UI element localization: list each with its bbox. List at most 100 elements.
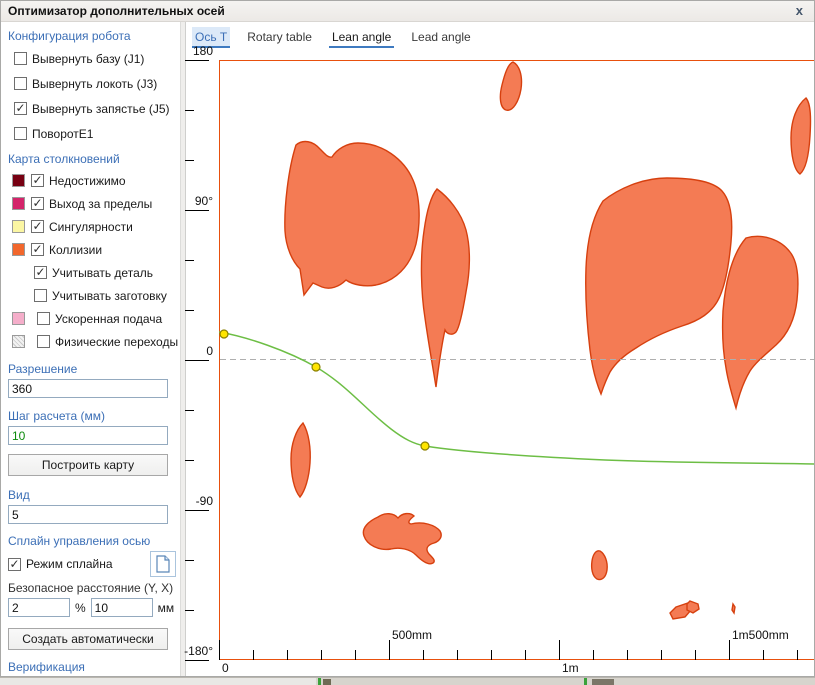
new-spline-button[interactable]: [150, 551, 176, 577]
legend-row-collisions[interactable]: ✓ Коллизии: [12, 238, 180, 261]
x-axis-tick: [287, 650, 288, 660]
x-axis-tick: [525, 650, 526, 660]
x-axis-tick: [355, 650, 356, 660]
checkbox[interactable]: ✓: [31, 243, 44, 256]
pattern-swatch: [12, 335, 25, 348]
checkbox-row-flip-elbow[interactable]: Вывернуть локоть (J3): [14, 71, 180, 96]
background-strip-mark: [592, 679, 614, 685]
y-axis-tick: [185, 210, 209, 211]
y-axis-tick: [185, 510, 209, 511]
legend-label: Учитывать заготовку: [52, 289, 167, 303]
legend-row-rapid-feed[interactable]: Ускоренная подача: [12, 307, 180, 330]
y-axis-tick: [185, 660, 209, 661]
x-axis-tick: [763, 650, 764, 660]
x-axis-tick: [423, 650, 424, 660]
dialog-title: Оптимизатор дополнительных осей: [8, 4, 792, 18]
background-strip-mark: [584, 678, 587, 685]
view-input[interactable]: [8, 505, 168, 524]
x-axis-label: 1m500mm: [732, 628, 789, 642]
y-axis-label: -180°: [183, 644, 213, 658]
spline-control-point[interactable]: [421, 442, 429, 450]
y-axis-label: -90: [183, 494, 213, 508]
checkbox-label: Вывернуть локоть (J3): [32, 77, 157, 91]
x-axis-tick: [593, 650, 594, 660]
background-strip-mark: [323, 679, 331, 685]
legend-row-physical-transitions[interactable]: Физические переходы: [12, 330, 180, 353]
y-axis-tick: [185, 460, 194, 461]
settings-sidebar: Конфигурация робота Вывернуть базу (J1) …: [0, 22, 180, 676]
y-axis-tick: [185, 310, 194, 311]
spline-control-point[interactable]: [220, 330, 228, 338]
checkbox[interactable]: [37, 335, 50, 348]
spline-control-point[interactable]: [312, 363, 320, 371]
axis-optimizer-dialog: Оптимизатор дополнительных осей x Конфиг…: [0, 0, 815, 685]
x-axis-tick: [219, 640, 220, 660]
checkbox[interactable]: [34, 289, 47, 302]
tab-rotary-table[interactable]: Rotary table: [244, 27, 315, 48]
checkbox-row-flip-wrist[interactable]: ✓ Вывернуть запястье (J5): [14, 96, 180, 121]
x-axis-tick: [559, 640, 560, 660]
checkbox-label: Вывернуть базу (J1): [32, 52, 144, 66]
legend-row-singularities[interactable]: ✓ Сингулярности: [12, 215, 180, 238]
collision-region-2: [285, 142, 419, 295]
dialog-title-bar: Оптимизатор дополнительных осей x: [0, 0, 815, 22]
create-auto-button[interactable]: Создать автоматически: [8, 628, 168, 650]
legend-label: Физические переходы: [55, 335, 178, 349]
section-header-spline: Сплайн управления осью: [8, 534, 180, 548]
label-view: Вид: [8, 488, 180, 502]
color-swatch: [12, 197, 25, 210]
step-input[interactable]: [8, 426, 168, 445]
y-axis-tick: [185, 410, 194, 411]
section-header-collision-map: Карта столкновений: [8, 152, 180, 166]
checkbox-row-spline-mode[interactable]: ✓ Режим сплайна: [8, 552, 113, 577]
color-swatch: [12, 220, 25, 233]
x-axis-tick: [457, 650, 458, 660]
y-axis-tick: [185, 560, 194, 561]
resolution-input[interactable]: [8, 379, 168, 398]
x-axis-label: 500mm: [392, 628, 432, 642]
checkbox[interactable]: ✓: [31, 174, 44, 187]
tab-lead-angle[interactable]: Lead angle: [408, 27, 473, 48]
x-axis-tick: [389, 640, 390, 660]
legend-row-consider-workpiece[interactable]: Учитывать заготовку: [34, 284, 180, 307]
chart-tab-bar: Ось T Rotary table Lean angle Lead angle: [186, 22, 815, 48]
checkbox-row-rotate-e1[interactable]: ПоворотЕ1: [14, 121, 180, 146]
collision-region-12: [732, 604, 735, 613]
x-axis-tick: [627, 650, 628, 660]
checkbox[interactable]: ✓: [14, 102, 27, 115]
legend-row-consider-part[interactable]: ✓ Учитывать деталь: [34, 261, 180, 284]
color-swatch: [12, 174, 25, 187]
legend-label: Недостижимо: [49, 174, 126, 188]
close-icon[interactable]: x: [792, 3, 807, 18]
checkbox[interactable]: [14, 52, 27, 65]
y-axis-tick: [185, 360, 209, 361]
y-axis-label: 180: [183, 44, 213, 58]
x-axis-tick: [729, 640, 730, 660]
legend-label: Выход за пределы: [49, 197, 152, 211]
x-axis-label: 1m: [562, 661, 579, 675]
y-axis-tick: [185, 60, 209, 61]
checkbox[interactable]: ✓: [31, 220, 44, 233]
x-axis-label: 0: [222, 661, 229, 675]
checkbox[interactable]: ✓: [34, 266, 47, 279]
color-swatch: [12, 243, 25, 256]
x-axis-tick: [253, 650, 254, 660]
collision-map-plot[interactable]: [219, 60, 815, 660]
y-axis-tick: [185, 160, 194, 161]
checkbox[interactable]: [14, 77, 27, 90]
checkbox[interactable]: ✓: [8, 558, 21, 571]
label-step: Шаг расчета (мм): [8, 409, 180, 423]
section-header-robot-config: Конфигурация робота: [8, 29, 180, 43]
checkbox[interactable]: [37, 312, 50, 325]
label-resolution: Разрешение: [8, 362, 180, 376]
checkbox[interactable]: ✓: [31, 197, 44, 210]
legend-row-out-of-limits[interactable]: ✓ Выход за пределы: [12, 192, 180, 215]
background-window-strip: [0, 677, 815, 685]
build-map-button[interactable]: Построить карту: [8, 454, 168, 476]
safe-distance-mm-input[interactable]: [91, 598, 153, 617]
tab-lean-angle[interactable]: Lean angle: [329, 27, 394, 48]
safe-distance-percent-input[interactable]: [8, 598, 70, 617]
checkbox-row-flip-base[interactable]: Вывернуть базу (J1): [14, 46, 180, 71]
legend-row-unreachable[interactable]: ✓ Недостижимо: [12, 169, 180, 192]
checkbox[interactable]: [14, 127, 27, 140]
